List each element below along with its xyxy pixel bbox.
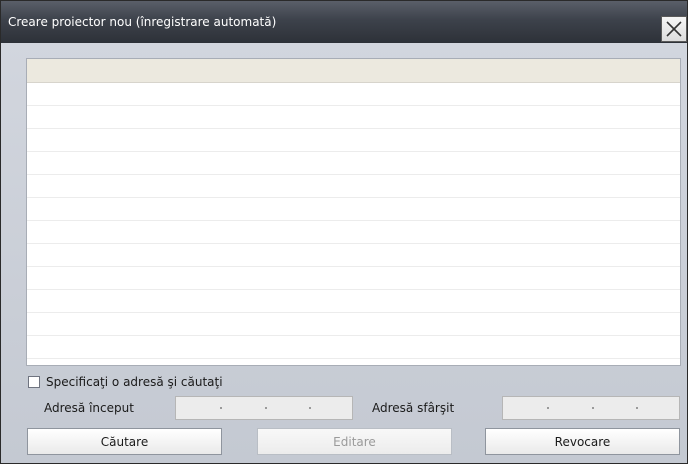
list-row[interactable] [27,244,680,267]
dialog-window: Creare proiector nou (înregistrare autom… [0,0,688,464]
ip-separator [547,407,549,409]
ip-separator [220,407,222,409]
list-row[interactable] [27,313,680,336]
window-title: Creare proiector nou (înregistrare autom… [8,15,277,29]
start-address-label: Adresă început [44,401,134,415]
list-row[interactable] [27,198,680,221]
ip-separator [592,407,594,409]
specify-address-option[interactable]: Specificaţi o adresă şi căutaţi [28,374,223,390]
list-row[interactable] [27,221,680,244]
start-address-field[interactable] [175,396,353,420]
specify-address-label: Specificaţi o adresă şi căutaţi [46,375,223,389]
projector-list[interactable] [26,58,681,366]
specify-address-checkbox[interactable] [28,376,40,388]
list-row[interactable] [27,83,680,106]
close-icon [666,21,682,37]
edit-button[interactable]: Editare [257,428,452,455]
title-bar: Creare proiector nou (înregistrare autom… [1,1,687,43]
list-row[interactable] [27,129,680,152]
list-row[interactable] [27,267,680,290]
ip-separator [309,407,311,409]
list-row[interactable] [27,106,680,129]
list-row[interactable] [27,290,680,313]
list-row[interactable] [27,336,680,359]
cancel-button[interactable]: Revocare [485,428,680,455]
ip-separator [636,407,638,409]
list-row[interactable] [27,175,680,198]
list-header [27,59,680,83]
end-address-field[interactable] [502,396,680,420]
list-row[interactable] [27,152,680,175]
close-button[interactable] [661,16,687,42]
search-button[interactable]: Căutare [27,428,222,455]
ip-separator [265,407,267,409]
end-address-label: Adresă sfârşit [372,401,455,415]
